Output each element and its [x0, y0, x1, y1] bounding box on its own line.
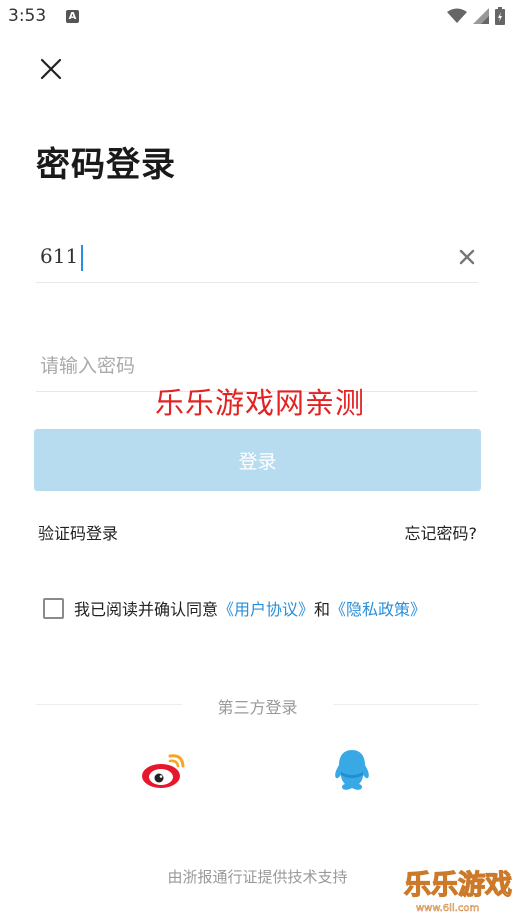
qq-login-button[interactable] — [333, 748, 371, 792]
password-input[interactable] — [36, 345, 440, 385]
agreement-row: 我已阅读并确认同意 《用户协议》 和 《隐私政策》 — [43, 596, 426, 620]
text-cursor — [81, 245, 83, 271]
third-party-label: 第三方登录 — [189, 698, 326, 717]
wifi-icon — [447, 8, 467, 23]
agreement-checkbox[interactable] — [43, 597, 64, 619]
weibo-login-button[interactable] — [140, 750, 188, 790]
privacy-policy-link[interactable]: 《隐私政策》 — [330, 596, 426, 620]
agreement-prefix: 我已阅读并确认同意 — [74, 600, 219, 619]
signal-icon — [473, 8, 489, 24]
weibo-icon — [142, 754, 185, 788]
close-button[interactable] — [38, 56, 64, 82]
login-button[interactable]: 登录 — [34, 429, 481, 491]
status-time: 3:53 — [8, 6, 47, 26]
account-input[interactable] — [36, 236, 440, 276]
sms-login-link[interactable]: 验证码登录 — [38, 520, 118, 544]
clear-button[interactable] — [458, 248, 476, 266]
brand-logo-url: www.6ll.com — [416, 903, 479, 914]
clear-icon — [459, 249, 475, 265]
user-agreement-link[interactable]: 《用户协议》 — [218, 596, 314, 620]
notification-icon: A — [66, 10, 79, 23]
watermark-text: 乐乐游戏网亲测 — [155, 386, 366, 420]
close-icon — [40, 58, 62, 80]
agreement-and: 和 — [314, 600, 331, 619]
account-field — [36, 236, 478, 283]
battery-icon — [495, 7, 505, 25]
third-party-title: 第三方登录 — [0, 694, 515, 718]
forgot-password-link[interactable]: 忘记密码? — [405, 520, 478, 544]
page-title: 密码登录 — [36, 145, 176, 185]
status-icons — [447, 7, 505, 25]
qq-icon — [335, 750, 369, 790]
brand-logo-text: 乐乐游戏 — [404, 870, 512, 901]
brand-watermark-logo: 乐乐游戏 www.6ll.com — [400, 862, 515, 915]
